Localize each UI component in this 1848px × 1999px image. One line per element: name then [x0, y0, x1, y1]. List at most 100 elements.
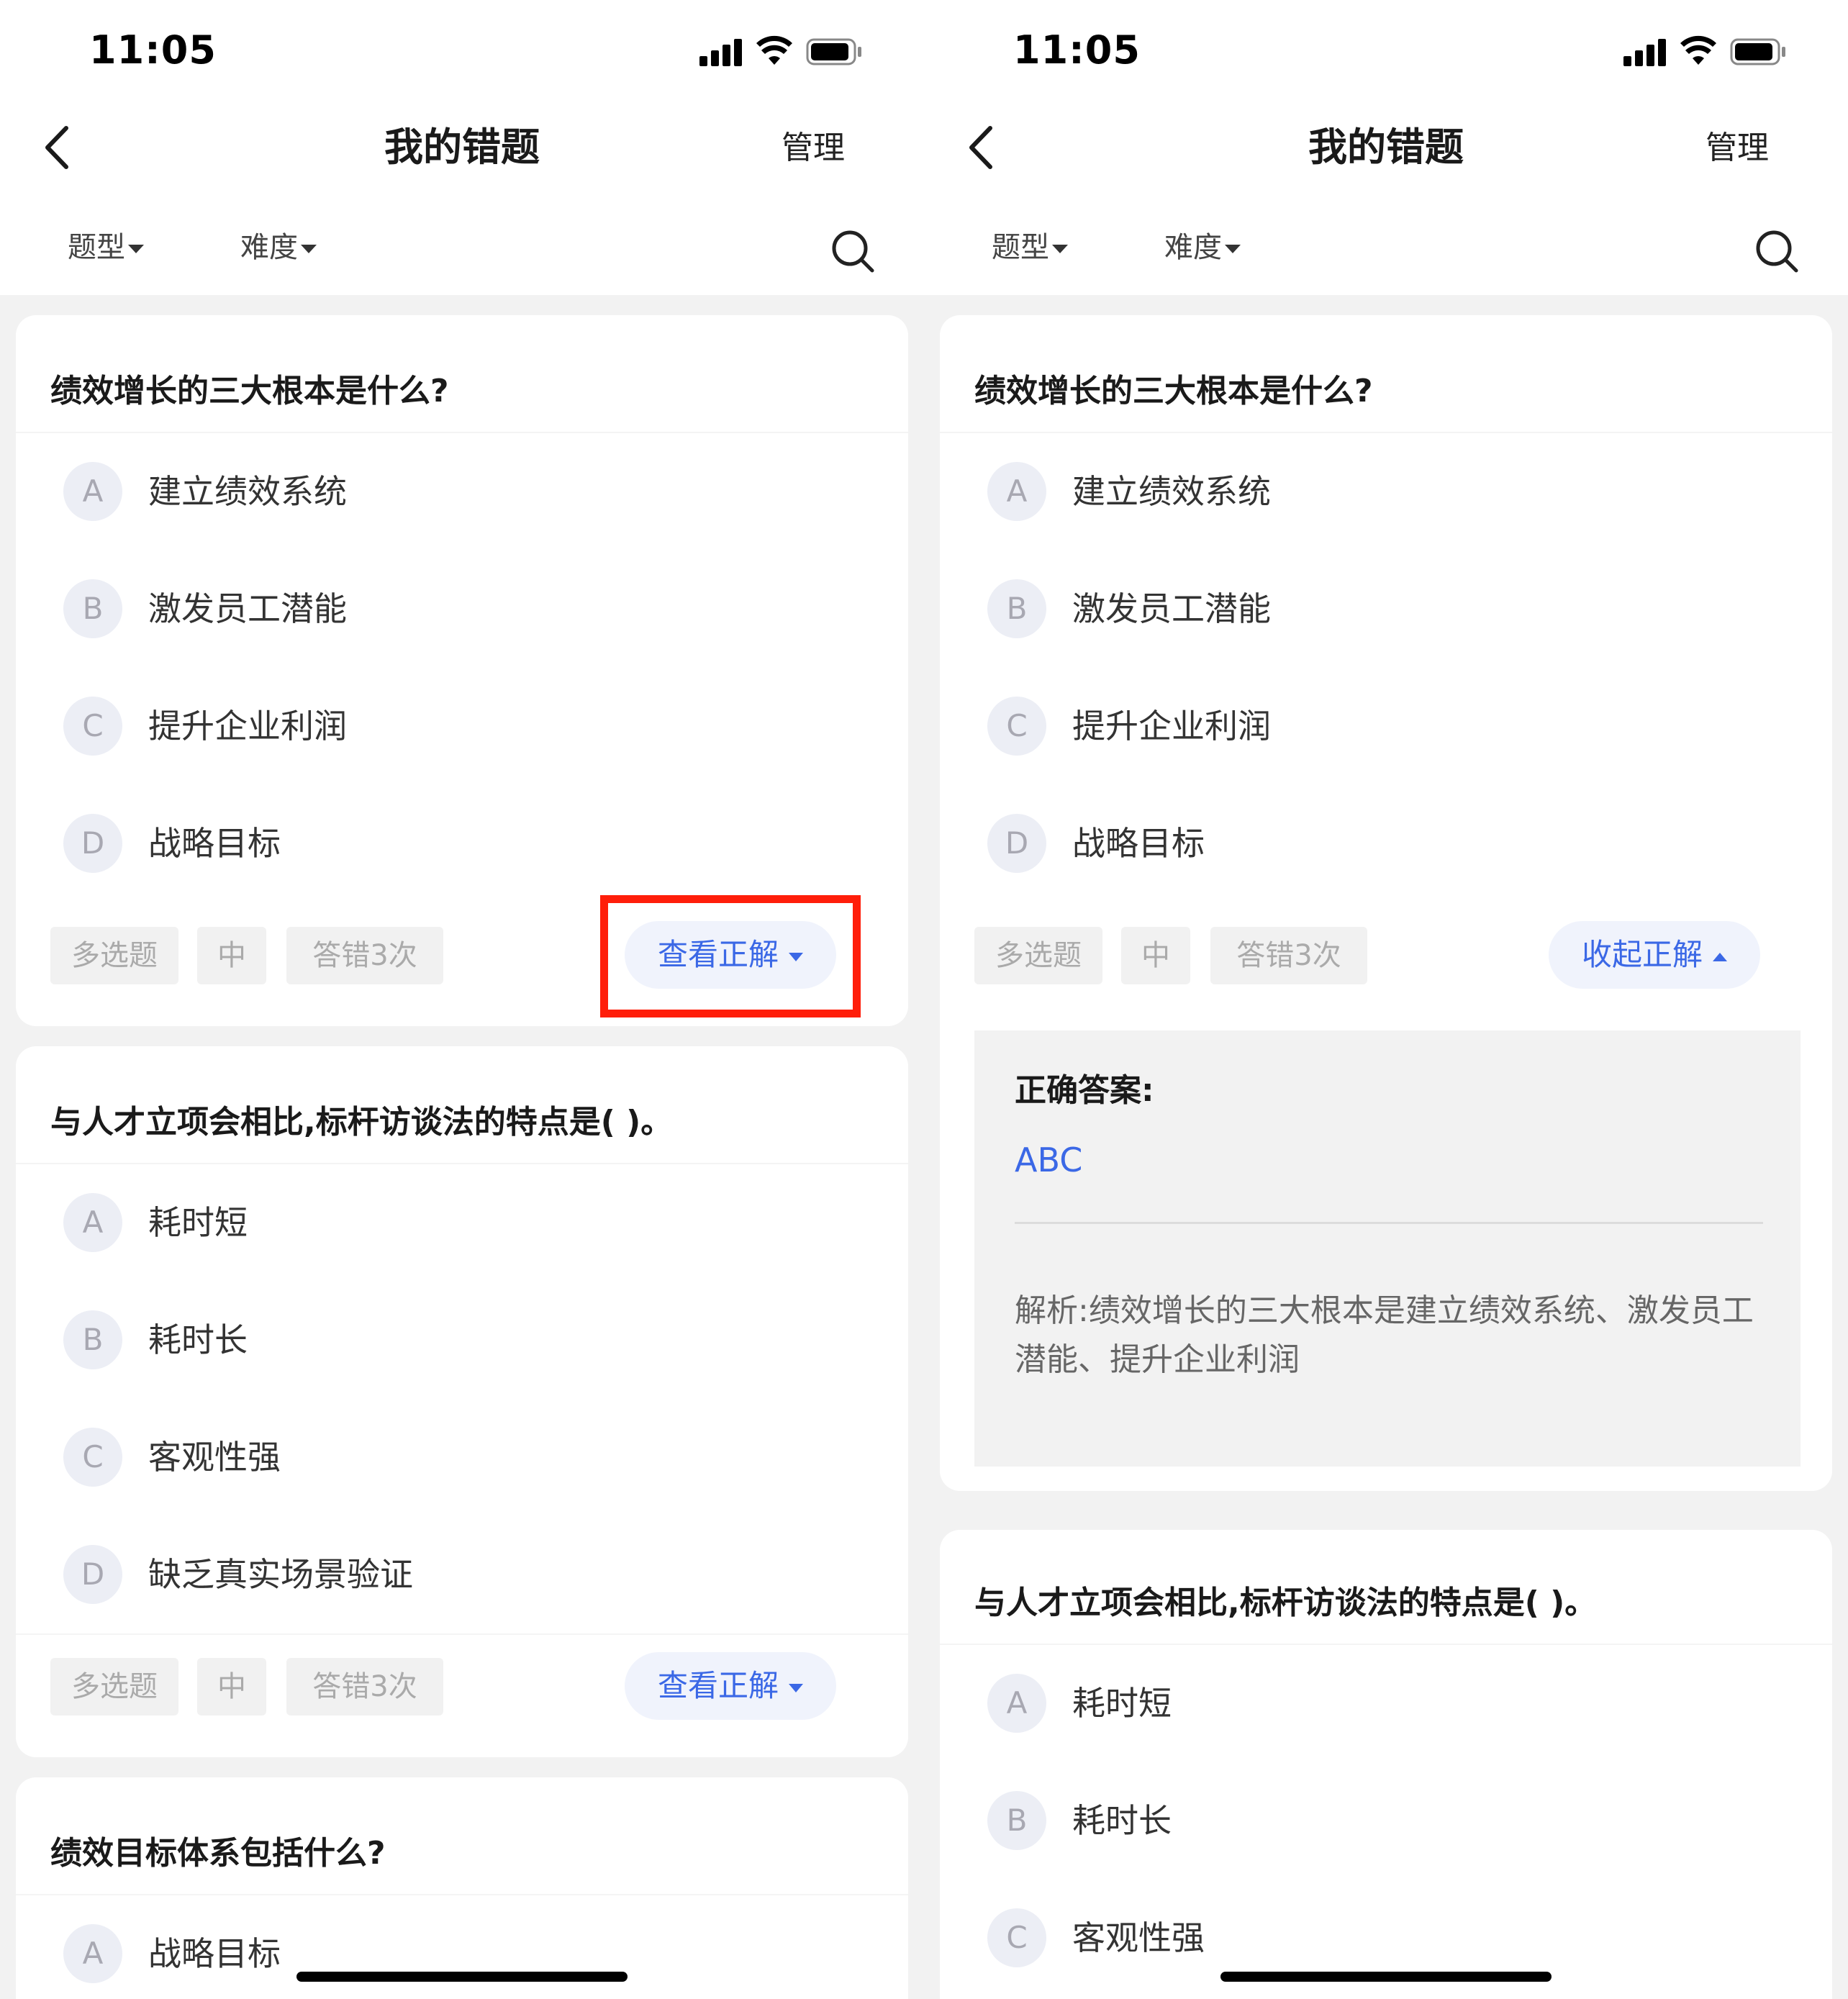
wifi-icon	[756, 35, 792, 65]
option-text: 建立绩效系统	[1072, 472, 1271, 511]
highlight-annotation-box	[600, 895, 861, 1017]
option-letter: D	[63, 814, 122, 873]
option-letter: C	[987, 697, 1046, 756]
back-arrow-icon[interactable]	[37, 122, 81, 173]
home-indicator[interactable]	[296, 1972, 628, 1982]
option-text: 客观性强	[1072, 1918, 1205, 1957]
option-text: 激发员工潜能	[1072, 589, 1271, 628]
question-text: 与人才立项会相比,标杆访谈法的特点是( )。	[50, 1104, 673, 1141]
wrong-count-tag: 答错3次	[286, 927, 443, 984]
option-letter: A	[63, 1193, 122, 1252]
answer-explanation: 解析:绩效增长的三大根本是建立绩效系统、激发员工潜能、提升企业利润	[1015, 1292, 1754, 1378]
question-text: 绩效增长的三大根本是什么?	[974, 373, 1373, 409]
divider	[16, 1633, 908, 1635]
difficulty-tag: 中	[197, 927, 266, 984]
status-time: 11:05	[1013, 27, 1141, 73]
filter-question-type[interactable]: 题型	[68, 226, 144, 269]
caret-down-icon	[301, 245, 317, 253]
filter-bar: 题型 难度	[0, 216, 924, 281]
option-letter: B	[987, 579, 1046, 638]
back-arrow-icon[interactable]	[961, 122, 1005, 173]
nav-bar: 我的错题 管理	[0, 108, 924, 187]
option-text: 客观性强	[148, 1438, 281, 1477]
question-type-tag: 多选题	[50, 927, 178, 984]
filter-difficulty[interactable]: 难度	[1164, 226, 1241, 269]
phone-screen-left: 11:05 我的错题 管理 题型 难度 绩效增长的三大根本是什么? A 建立绩效系…	[0, 0, 924, 1999]
question-text: 与人才立项会相比,标杆访谈法的特点是( )。	[974, 1585, 1597, 1621]
option-text: 耗时短	[1072, 1684, 1172, 1723]
option-text: 耗时长	[1072, 1801, 1172, 1840]
status-time: 11:05	[89, 27, 217, 73]
option-letter: B	[987, 1791, 1046, 1850]
option-text: 战略目标	[1072, 824, 1205, 863]
answer-panel: 正确答案: ABC 解析:绩效增长的三大根本是建立绩效系统、激发员工潜能、提升企…	[974, 1030, 1801, 1467]
option-text: 战略目标	[148, 1934, 281, 1973]
divider	[940, 432, 1832, 433]
caret-down-icon	[128, 245, 144, 253]
status-bar: 11:05	[924, 0, 1848, 108]
option-letter: C	[63, 697, 122, 756]
phone-screen-right: 11:05 我的错题 管理 题型 难度 绩效增长的三大根本是什么? A 建立绩效系…	[924, 0, 1848, 1999]
correct-answer-value: ABC	[1015, 1141, 1083, 1179]
battery-icon	[806, 38, 861, 65]
cellular-signal-icon	[699, 37, 743, 66]
filter-label: 题型	[992, 231, 1049, 264]
difficulty-tag: 中	[1121, 927, 1190, 984]
header: 11:05 我的错题 管理 题型 难度	[0, 0, 924, 295]
search-icon[interactable]	[1752, 226, 1802, 276]
question-card: 与人才立项会相比,标杆访谈法的特点是( )。 A 耗时短 B 耗时长 C 客观性强 D…	[16, 1046, 908, 1757]
question-card: 与人才立项会相比,标杆访谈法的特点是( )。 A 耗时短 B 耗时长 C 客观性强	[940, 1530, 1832, 1999]
caret-up-icon	[1713, 952, 1727, 961]
option-letter: A	[987, 1674, 1046, 1733]
option-letter: D	[987, 814, 1046, 873]
battery-icon	[1730, 38, 1785, 65]
caret-down-icon	[789, 1683, 803, 1692]
option-letter: B	[63, 579, 122, 638]
collapse-answer-label: 收起正解	[1581, 937, 1703, 972]
option-text: 激发员工潜能	[148, 589, 347, 628]
manage-button[interactable]: 管理	[782, 127, 845, 170]
header: 11:05 我的错题 管理 题型 难度	[924, 0, 1848, 295]
nav-bar: 我的错题 管理	[924, 108, 1848, 187]
option-text: 提升企业利润	[1072, 707, 1271, 745]
filter-difficulty[interactable]: 难度	[240, 226, 317, 269]
correct-answer-label: 正确答案:	[1015, 1072, 1154, 1109]
divider	[16, 432, 908, 433]
divider	[1015, 1222, 1763, 1224]
manage-button[interactable]: 管理	[1706, 127, 1769, 170]
divider	[16, 1894, 908, 1895]
option-letter: A	[987, 462, 1046, 521]
question-card: 绩效目标体系包括什么? A 战略目标	[16, 1777, 908, 1999]
option-letter: C	[63, 1428, 122, 1487]
filter-bar: 题型 难度	[924, 216, 1848, 281]
wrong-count-tag: 答错3次	[1210, 927, 1367, 984]
question-text: 绩效目标体系包括什么?	[50, 1835, 386, 1872]
option-text: 缺乏真实场景验证	[148, 1555, 413, 1594]
home-indicator[interactable]	[1220, 1972, 1552, 1982]
option-text: 提升企业利润	[148, 707, 347, 745]
option-text: 战略目标	[148, 824, 281, 863]
option-text: 耗时长	[148, 1320, 248, 1359]
wifi-icon	[1680, 35, 1716, 65]
filter-label: 难度	[240, 231, 298, 264]
comparison-screenshot: 11:05 我的错题 管理 题型 难度 绩效增长的三大根本是什么? A 建立绩效系…	[0, 0, 1848, 1999]
option-letter: A	[63, 1924, 122, 1983]
option-letter: B	[63, 1310, 122, 1369]
wrong-count-tag: 答错3次	[286, 1658, 443, 1715]
collapse-answer-button[interactable]: 收起正解	[1549, 921, 1760, 989]
search-icon[interactable]	[828, 226, 878, 276]
option-text: 耗时短	[148, 1203, 248, 1242]
question-type-tag: 多选题	[974, 927, 1102, 984]
option-text: 建立绩效系统	[148, 472, 347, 511]
question-text: 绩效增长的三大根本是什么?	[50, 373, 449, 409]
option-letter: C	[987, 1908, 1046, 1967]
caret-down-icon	[1052, 245, 1068, 253]
option-letter: D	[63, 1545, 122, 1604]
divider	[940, 1644, 1832, 1645]
question-type-tag: 多选题	[50, 1658, 178, 1715]
status-bar: 11:05	[0, 0, 924, 108]
caret-down-icon	[1225, 245, 1241, 253]
view-answer-button[interactable]: 查看正解	[625, 1652, 836, 1720]
cellular-signal-icon	[1623, 37, 1667, 66]
filter-question-type[interactable]: 题型	[992, 226, 1068, 269]
